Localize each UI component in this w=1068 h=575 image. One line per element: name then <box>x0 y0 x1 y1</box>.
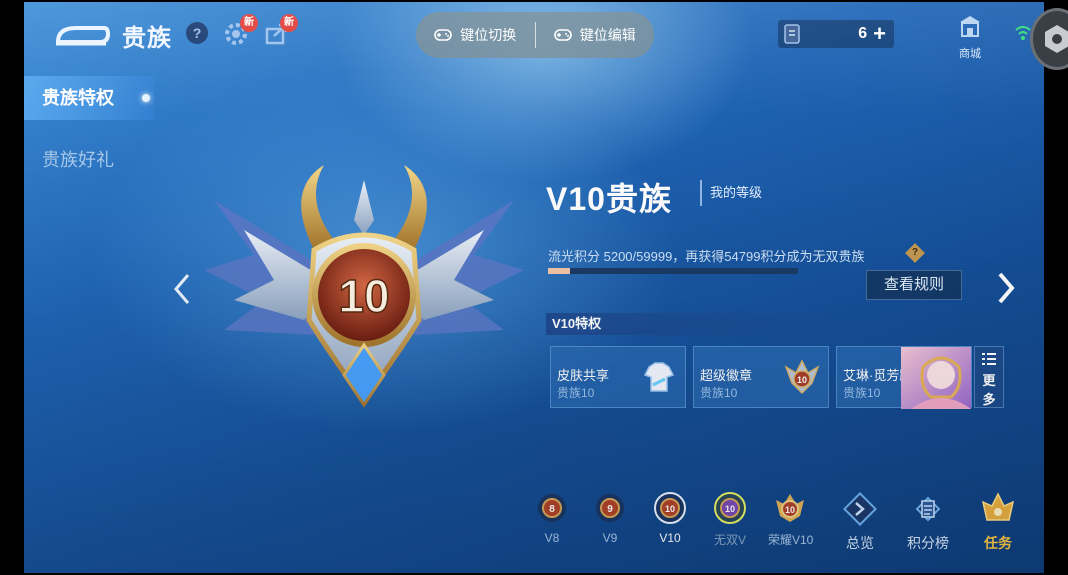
key-switch-label: 键位切换 <box>460 27 517 43</box>
new-badge: 新 <box>240 14 258 32</box>
key-edit-button[interactable]: 键位编辑 <box>536 12 655 58</box>
new-badge: 新 <box>280 14 298 32</box>
settings-icon[interactable]: 新 <box>222 14 258 48</box>
active-dot <box>142 94 150 102</box>
tier-badge-icon: 9 <box>596 494 624 522</box>
shop-label: 商城 <box>959 48 981 60</box>
more-label-2: 多 <box>982 392 996 407</box>
share-icon[interactable]: 新 <box>262 14 298 48</box>
more-label-1: 更 <box>982 373 996 388</box>
leaderboard-icon <box>915 496 941 522</box>
level-title: V10贵族 <box>546 181 672 217</box>
page-title: 贵族 <box>122 25 172 52</box>
tier-num: 9 <box>607 504 613 515</box>
tier-badge-icon: 10 <box>776 494 804 522</box>
points-text: 流光积分 5200/59999，再获得54799积分成为无双贵族 <box>548 249 865 264</box>
tier-v8[interactable]: 8 V8 <box>530 492 574 545</box>
next-level-arrow-icon[interactable] <box>994 268 1018 308</box>
sidebar-item-label: 贵族特权 <box>42 88 114 108</box>
privilege-name: 超级徽章 <box>700 368 753 383</box>
shop-icon <box>960 16 980 37</box>
coupon-icon <box>784 24 800 44</box>
noble-emblem: 10 <box>204 165 524 408</box>
progress-fill <box>548 268 570 274</box>
gamepad-icon <box>553 29 572 41</box>
gamepad-icon <box>434 29 453 41</box>
key-edit-label: 键位编辑 <box>579 27 636 43</box>
privilege-level: 贵族10 <box>700 386 738 400</box>
my-level-label: 我的等级 <box>700 180 762 206</box>
sidebar-item-gifts[interactable]: 贵族好礼 <box>24 138 154 182</box>
privilege-card[interactable]: 皮肤共享 贵族10 <box>550 346 686 408</box>
leaderboard-label: 积分榜 <box>907 535 949 551</box>
back-icon[interactable] <box>54 22 110 48</box>
privilege-name: 皮肤共享 <box>557 368 610 383</box>
help-icon[interactable]: ? <box>186 22 208 44</box>
hero-portrait <box>901 347 971 409</box>
tasks-button[interactable]: 任务 <box>972 492 1024 553</box>
tier-badge-icon: 10 <box>714 492 746 524</box>
privilege-level: 贵族10 <box>557 386 595 400</box>
tier-wushuang[interactable]: 10 无双V <box>708 492 752 548</box>
currency-count: 6 <box>858 25 868 42</box>
tier-badge-icon: 10 <box>654 492 686 524</box>
tier-num: 10 <box>785 505 795 515</box>
tasks-icon <box>981 492 1015 521</box>
badge-icon: 10 <box>784 359 820 395</box>
tier-label: V9 <box>602 531 618 545</box>
points-help-icon[interactable]: ? <box>905 243 925 263</box>
help-glyph: ? <box>911 247 919 258</box>
game-screen: 贵族 ? 新 新 键位切换 键位编辑 6 + 商城 贵族特权 贵族好礼 10 V… <box>24 2 1044 573</box>
key-mapping-bar: 键位切换 键位编辑 <box>416 12 654 58</box>
tier-label: V8 <box>544 531 560 545</box>
currency-display: 6 + <box>778 20 894 48</box>
shop-button[interactable]: 商城 <box>952 14 988 61</box>
overview-icon <box>843 492 877 526</box>
sidebar-item-label: 贵族好礼 <box>42 150 114 170</box>
emblem-number: 10 <box>338 270 389 322</box>
tier-selector: 8 V8 9 V9 10 V10 10 无双V 10 荣耀V10 <box>530 492 830 550</box>
privilege-level: 贵族10 <box>843 386 881 400</box>
badge-number: 10 <box>797 375 807 385</box>
tier-label: V10 <box>659 531 681 545</box>
tier-label: 荣耀V10 <box>768 533 814 547</box>
privileges-title: V10特权 <box>546 313 846 335</box>
add-currency-button[interactable]: + <box>873 23 886 45</box>
privilege-card[interactable]: 超级徽章 贵族10 10 <box>693 346 829 408</box>
prev-level-arrow-icon[interactable] <box>170 269 194 309</box>
privilege-card[interactable]: 艾琳·觅芳踪 贵族10 <box>836 346 972 409</box>
list-icon <box>982 353 996 365</box>
points-progress-bar <box>548 268 798 274</box>
shirt-icon <box>643 362 675 392</box>
tier-v9[interactable]: 9 V9 <box>588 492 632 545</box>
overview-button[interactable]: 总览 <box>834 492 886 553</box>
tier-num: 10 <box>665 504 675 514</box>
view-rules-button[interactable]: 查看规则 <box>866 270 962 300</box>
tier-label: 无双V <box>713 533 746 547</box>
tier-num: 8 <box>549 504 555 515</box>
tier-badge-icon: 8 <box>538 494 566 522</box>
tier-v10[interactable]: 10 V10 <box>648 492 692 545</box>
sidebar-item-privileges[interactable]: 贵族特权 <box>24 76 154 120</box>
tasks-label: 任务 <box>984 535 1012 551</box>
leaderboard-button[interactable]: 积分榜 <box>902 492 954 553</box>
tier-num: 10 <box>725 504 735 514</box>
more-privileges-button[interactable]: 更 多 <box>974 346 1004 408</box>
overview-label: 总览 <box>846 535 874 551</box>
hexagon-icon <box>1045 25 1068 53</box>
key-switch-button[interactable]: 键位切换 <box>416 12 535 58</box>
tier-glory-v10[interactable]: 10 荣耀V10 <box>768 492 814 548</box>
